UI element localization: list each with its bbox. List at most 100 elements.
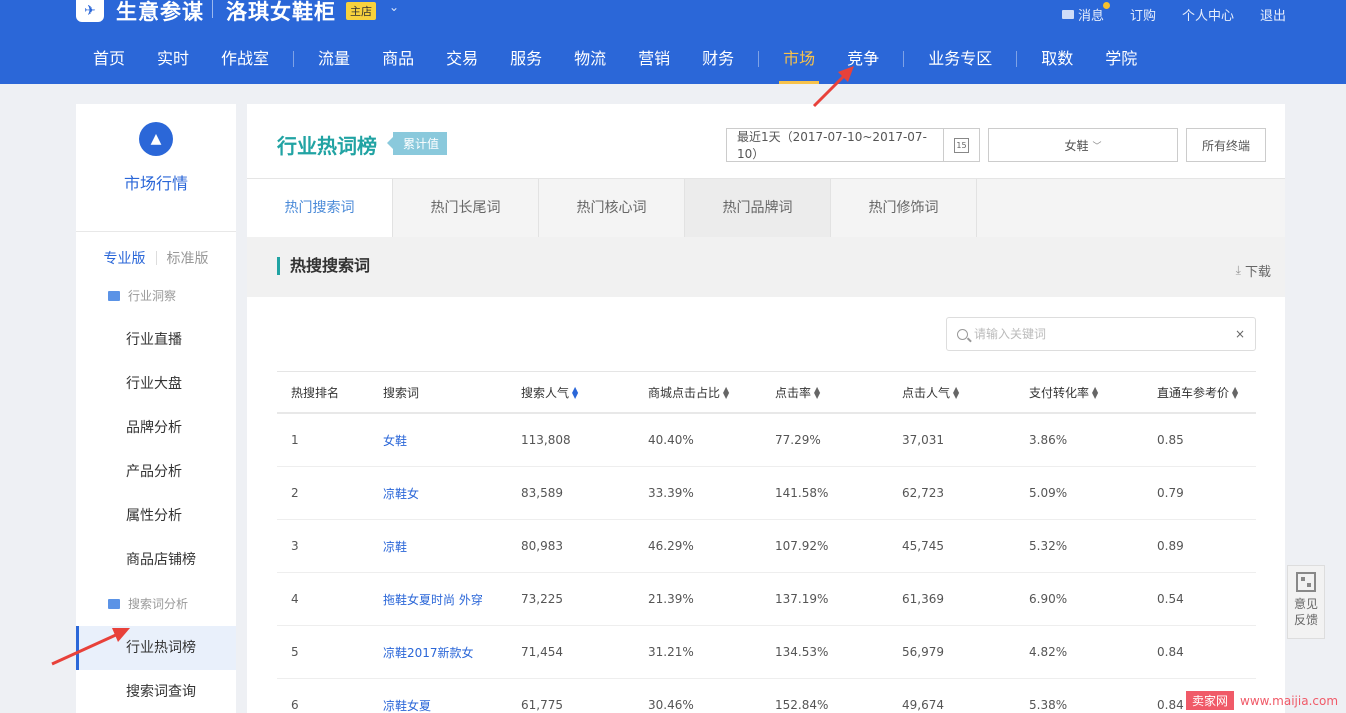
table-cell: 4 xyxy=(291,592,299,606)
date-range-picker[interactable]: 最近1天（2017-07-10~2017-07-10） 15 xyxy=(726,128,980,162)
nav-traffic[interactable]: 流量 xyxy=(302,47,366,84)
calendar-button[interactable]: 15 xyxy=(943,129,979,161)
col-label: 直通车参考价 xyxy=(1157,385,1230,400)
nav-home[interactable]: 首页 xyxy=(77,47,141,84)
sidebar-item-brand-analysis[interactable]: 品牌分析 xyxy=(76,406,236,450)
subscribe-link[interactable]: 订购 xyxy=(1130,5,1156,24)
col-click-rate[interactable]: 点击率 ▲ ▼ xyxy=(761,384,888,401)
section-title: 热搜搜索词 xyxy=(277,257,370,275)
group-industry-insight: 行业洞察 xyxy=(76,274,236,318)
nav-marketing[interactable]: 营销 xyxy=(622,47,686,84)
nav-market[interactable]: 市场 xyxy=(767,47,831,84)
tab-hot-search[interactable]: 热门搜索词 xyxy=(247,179,393,238)
keyword-link[interactable]: 凉鞋女夏 xyxy=(369,697,507,713)
nav-service[interactable]: 服务 xyxy=(494,47,558,84)
table-cell: 3 xyxy=(291,539,299,553)
col-ad-price[interactable]: 直通车参考价 ▲ ▼ xyxy=(1143,384,1256,401)
group-search-analysis: 搜索词分析 xyxy=(76,582,236,626)
table-cell: 0.79 xyxy=(1157,486,1184,500)
tab-brand-words[interactable]: 热门品牌词 xyxy=(685,179,831,237)
watermark-logo: 卖家网 xyxy=(1186,691,1235,710)
table-cell: 113,808 xyxy=(521,433,571,447)
keyword-link[interactable]: 凉鞋 xyxy=(369,538,507,555)
nav-data-fetch[interactable]: 取数 xyxy=(1025,47,1089,84)
table-cell: 31.21% xyxy=(648,645,694,659)
col-search-popularity[interactable]: 搜索人气 ▲ ▼ xyxy=(507,384,634,401)
keyword-link[interactable]: 凉鞋女 xyxy=(369,485,507,502)
nav-warroom[interactable]: 作战室 xyxy=(205,47,285,84)
sidebar-item-product-analysis[interactable]: 产品分析 xyxy=(76,450,236,494)
table-cell: 137.19% xyxy=(775,592,829,606)
chart-icon: ▲ xyxy=(139,122,173,156)
brand-title[interactable]: 生意参谋 xyxy=(116,0,204,26)
keyword-link[interactable]: 拖鞋女夏时尚 外穿 xyxy=(369,591,507,608)
chevron-down-icon[interactable]: ⌄ xyxy=(389,0,399,14)
sort-icon[interactable]: ▲ ▼ xyxy=(1092,386,1098,400)
sidebar-item-industry-overview[interactable]: 行业大盘 xyxy=(76,362,236,406)
nav-logistics[interactable]: 物流 xyxy=(558,47,622,84)
compass-icon[interactable]: ✈ xyxy=(76,0,104,22)
table-cell: 0.54 xyxy=(1157,592,1184,606)
category-select[interactable]: 女鞋 ﹀ xyxy=(988,128,1178,162)
qr-code-icon xyxy=(1296,572,1316,592)
table-cell: 33.39% xyxy=(648,486,694,500)
col-conversion-rate[interactable]: 支付转化率 ▲ ▼ xyxy=(1015,384,1143,401)
sidebar-item-keyword-query[interactable]: 搜索词查询 xyxy=(76,670,236,713)
profile-link[interactable]: 个人中心 xyxy=(1182,5,1234,24)
table-cell: 40.40% xyxy=(648,433,694,447)
version-standard[interactable]: 标准版 xyxy=(157,248,219,268)
nav-realtime[interactable]: 实时 xyxy=(141,47,205,84)
nav-academy[interactable]: 学院 xyxy=(1089,47,1153,84)
table-header: 热搜排名 搜索词 搜索人气 ▲ ▼ 商城点击占比 ▲ ▼ 点击率 ▲ ▼ 点击人气 ▲ ▼ 支付… xyxy=(277,371,1256,414)
main-nav: 首页 实时 作战室 流量 商品 交易 服务 物流 营销 财务 市场 竞争 业务专… xyxy=(77,47,1153,84)
sort-icon[interactable]: ▲ ▼ xyxy=(572,386,578,400)
tab-core-words[interactable]: 热门核心词 xyxy=(539,179,685,237)
date-range-text: 最近1天（2017-07-10~2017-07-10） xyxy=(737,130,927,161)
nav-business-zone[interactable]: 业务专区 xyxy=(912,47,1008,84)
tab-long-tail[interactable]: 热门长尾词 xyxy=(393,179,539,237)
sidebar-item-hot-words[interactable]: 行业热词榜 xyxy=(76,626,236,670)
category-value: 女鞋 xyxy=(1064,138,1089,153)
hot-words-table: 热搜排名 搜索词 搜索人气 ▲ ▼ 商城点击占比 ▲ ▼ 点击率 ▲ ▼ 点击人气 ▲ ▼ 支付… xyxy=(277,371,1256,713)
sidebar-item-industry-live[interactable]: 行业直播 xyxy=(76,318,236,362)
table-cell: 30.46% xyxy=(648,698,694,712)
table-cell: 134.53% xyxy=(775,645,829,659)
keyword-tabs: 热门搜索词 热门长尾词 热门核心词 热门品牌词 热门修饰词 xyxy=(247,178,1285,238)
sidebar-item-attribute-analysis[interactable]: 属性分析 xyxy=(76,494,236,538)
table-row: 5 凉鞋2017新款女 71,454 31.21% 134.53% 56,979 4.82%… xyxy=(277,626,1256,679)
mail-icon xyxy=(1061,10,1074,19)
terminal-select[interactable]: 所有终端 xyxy=(1186,128,1266,162)
search-input[interactable] xyxy=(974,327,1235,341)
table-cell: 45,745 xyxy=(902,539,944,553)
calendar-icon: 15 xyxy=(954,137,969,153)
col-click-popularity[interactable]: 点击人气 ▲ ▼ xyxy=(888,384,1015,401)
sort-icon[interactable]: ▲ ▼ xyxy=(953,386,959,400)
col-label: 搜索人气 xyxy=(521,385,570,400)
nav-finance[interactable]: 财务 xyxy=(686,47,750,84)
nav-competition[interactable]: 竞争 xyxy=(831,47,895,84)
col-mall-click-ratio[interactable]: 商城点击占比 ▲ ▼ xyxy=(634,384,761,401)
nav-products[interactable]: 商品 xyxy=(366,47,430,84)
sidebar-item-shop-ranking[interactable]: 商品店铺榜 xyxy=(76,538,236,582)
table-cell: 61,369 xyxy=(902,592,944,606)
table-cell: 83,589 xyxy=(521,486,563,500)
keyword-link[interactable]: 女鞋 xyxy=(369,432,507,449)
table-cell: 141.58% xyxy=(775,486,829,500)
download-button[interactable]: ⤓ 下载 xyxy=(1236,261,1271,280)
table-cell: 1 xyxy=(291,433,299,447)
close-icon[interactable]: × xyxy=(1235,327,1245,341)
sort-icon[interactable]: ▲ ▼ xyxy=(1232,386,1238,400)
messages-link[interactable]: 消息 xyxy=(1061,2,1110,24)
version-pro[interactable]: 专业版 xyxy=(94,248,156,268)
sort-icon[interactable]: ▲ ▼ xyxy=(814,386,820,400)
sort-icon[interactable]: ▲ ▼ xyxy=(723,386,729,400)
feedback-button[interactable]: 意见 反馈 xyxy=(1287,565,1325,639)
table-row: 1 女鞋 113,808 40.40% 77.29% 37,031 3.86% 0.85 xyxy=(277,414,1256,467)
tab-modifier-words[interactable]: 热门修饰词 xyxy=(831,179,977,237)
logout-link[interactable]: 退出 xyxy=(1260,5,1286,24)
nav-trade[interactable]: 交易 xyxy=(430,47,494,84)
nav-divider xyxy=(903,51,905,67)
keyword-link[interactable]: 凉鞋2017新款女 xyxy=(369,644,507,661)
nav-divider xyxy=(1016,51,1018,67)
table-row: 6 凉鞋女夏 61,775 30.46% 152.84% 49,674 5.38% 0.84 xyxy=(277,679,1256,713)
